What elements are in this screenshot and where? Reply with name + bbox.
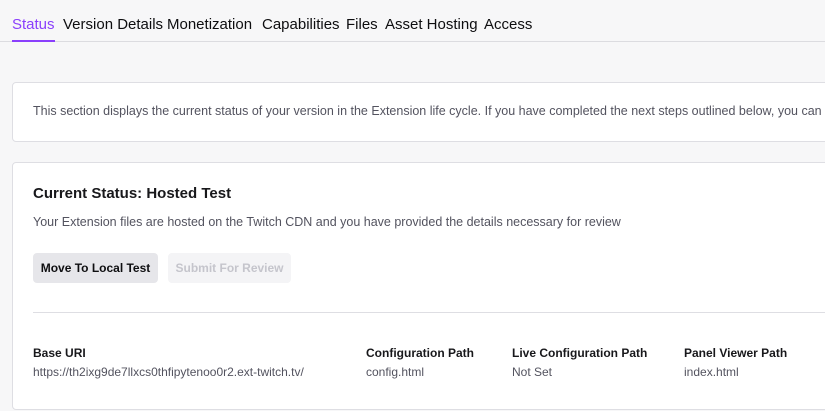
divider — [33, 312, 825, 313]
field-configuration-path: Configuration Path config.html — [366, 345, 474, 380]
intro-text: This section displays the current status… — [33, 104, 825, 118]
tab-capabilities[interactable]: Capabilities — [262, 15, 340, 35]
field-label: Live Configuration Path — [512, 346, 648, 360]
tab-access[interactable]: Access — [484, 15, 532, 35]
field-value: https://th2ixg9de7llxcs0thfipytenoo0r2.e… — [33, 365, 304, 379]
status-description: Your Extension files are hosted on the T… — [33, 215, 621, 229]
field-live-configuration-path: Live Configuration Path Not Set — [512, 345, 647, 380]
field-value: config.html — [366, 365, 425, 379]
field-value: Not Set — [512, 365, 553, 379]
field-panel-viewer-path: Panel Viewer Path index.html — [684, 345, 787, 380]
field-label: Panel Viewer Path — [684, 346, 788, 360]
field-base-uri: Base URI https://th2ixg9de7llxcs0thfipyt… — [33, 345, 304, 380]
tab-monetization[interactable]: Monetization — [167, 15, 252, 35]
tab-files[interactable]: Files — [346, 15, 378, 35]
tab-asset-hosting[interactable]: Asset Hosting — [385, 15, 478, 35]
tab-bar: Status Version Details Monetization Capa… — [0, 0, 825, 42]
move-to-local-test-button[interactable]: Move To Local Test — [33, 253, 158, 283]
status-title: Current Status: Hosted Test — [33, 185, 232, 202]
field-label: Base URI — [33, 346, 86, 360]
tab-status[interactable]: Status — [12, 15, 55, 42]
tab-version-details[interactable]: Version Details — [63, 15, 163, 35]
submit-for-review-button: Submit For Review — [168, 253, 291, 283]
field-value: index.html — [684, 365, 739, 379]
status-card: Current Status: Hosted Test Your Extensi… — [12, 162, 825, 410]
field-label: Configuration Path — [366, 346, 474, 360]
intro-card: This section displays the current status… — [12, 82, 825, 142]
